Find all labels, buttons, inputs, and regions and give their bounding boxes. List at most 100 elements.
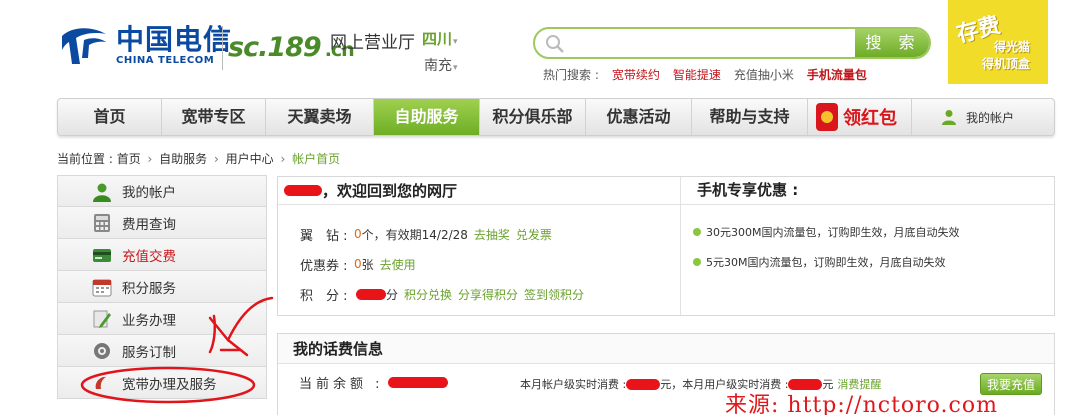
- sidebar-item-recharge[interactable]: 充值交费: [57, 239, 267, 271]
- logo-chinese-text: 中国电信: [116, 23, 233, 56]
- chevron-right-icon: ›: [280, 152, 286, 166]
- calculator-icon: [94, 214, 110, 232]
- province-selector[interactable]: 四川▾: [422, 28, 458, 49]
- coupon-count: 0: [354, 257, 362, 271]
- site-title: 网上营业厅: [330, 33, 415, 53]
- coupon-label: 优惠券 :: [300, 258, 348, 274]
- breadcrumb-prefix: 当前位置 :: [57, 152, 113, 166]
- user-icon: [942, 110, 956, 125]
- search-input[interactable]: [571, 32, 851, 54]
- balance-label: 当前余额 :: [299, 376, 384, 392]
- telecom-logo-icon: [62, 28, 106, 64]
- city-selector[interactable]: 南充▾: [424, 55, 458, 75]
- hot-link-data-pack[interactable]: 手机流量包: [807, 66, 867, 83]
- redacted-balance: [387, 376, 448, 388]
- nav-broadband[interactable]: 宽带专区: [162, 99, 266, 135]
- sidebar-item-label: 业务办理: [122, 312, 176, 329]
- nav-my-account[interactable]: 我的帐户: [912, 99, 1054, 135]
- city-label: 南充: [424, 58, 452, 74]
- coupon-row: 优惠券 : 0 张 去使用: [300, 249, 680, 279]
- share-points-link[interactable]: 分享得积分: [458, 286, 518, 303]
- welcome-panel: ，欢迎回到您的网厅 手机专享优惠 : 翼 钻 : 0 个，有效期14/2/28 …: [277, 176, 1055, 316]
- hot-link-speed-up[interactable]: 智能提速: [673, 66, 721, 83]
- nav-points-club[interactable]: 积分俱乐部: [480, 99, 586, 135]
- sidebar-item-label: 我的帐户: [122, 185, 176, 201]
- redeem-invoice-link[interactable]: 兑发票: [516, 226, 552, 243]
- breadcrumb-current: 帐户首页: [292, 152, 341, 166]
- sidebar-item-label: 宽带办理及服务: [122, 376, 217, 393]
- main-nav: 首页 宽带专区 天翼卖场 自助服务 积分俱乐部 优惠活动 帮助与支持 领红包 我…: [57, 98, 1055, 136]
- breadcrumb-self-service[interactable]: 自助服务: [159, 152, 207, 166]
- sidebar-item-business[interactable]: 业务办理: [57, 303, 267, 335]
- points-row: 积 分 : 分 积分兑换 分享得积分 签到领积分: [300, 279, 680, 309]
- hot-search-label: 热门搜索 :: [543, 68, 599, 82]
- use-coupon-link[interactable]: 去使用: [380, 256, 416, 273]
- promo-line-2: 得机顶盒: [982, 57, 1031, 71]
- pencil-icon: [93, 310, 111, 328]
- sidebar-item-subscription[interactable]: 服务订制: [57, 335, 267, 367]
- chevron-right-icon: ›: [147, 152, 153, 166]
- sidebar-item-broadband-service[interactable]: 宽带办理及服务: [57, 367, 267, 399]
- points-label: 积 分 :: [300, 288, 348, 304]
- wing-diamond-text: 个，有效期14/2/28: [361, 227, 468, 242]
- logo-divider: [222, 26, 223, 70]
- fee-info-title: 我的话费信息: [278, 334, 1054, 364]
- points-exchange-link[interactable]: 积分兑换: [404, 286, 452, 303]
- wing-diamond-label: 翼 钻 :: [300, 228, 348, 244]
- lottery-link[interactable]: 去抽奖: [474, 226, 510, 243]
- bullet-icon: [693, 258, 701, 266]
- chevron-right-icon: ›: [214, 152, 219, 166]
- account-realtime-label: 本月帐户级实时消费 :: [520, 378, 627, 391]
- nav-home[interactable]: 首页: [58, 99, 162, 135]
- breadcrumb: 当前位置 : 首页 › 自助服务 › 用户中心 › 帐户首页: [57, 150, 340, 167]
- redacted-points: [356, 288, 386, 300]
- sidebar: 我的帐户 费用查询 充值交费 积分服务 业务办理 服务订制 宽带办理及服务: [57, 175, 267, 399]
- search-box: 搜 索: [533, 27, 931, 59]
- account-spend-unit: 元，: [660, 378, 683, 391]
- sidebar-item-label: 积分服务: [122, 280, 176, 297]
- welcome-title: ，欢迎回到您的网厅: [278, 177, 681, 204]
- sidebar-item-points[interactable]: 积分服务: [57, 271, 267, 303]
- site-domain: sc.189: [228, 32, 322, 63]
- nav-promotions[interactable]: 优惠活动: [586, 99, 692, 135]
- red-envelope-icon: [816, 103, 838, 131]
- sidebar-item-my-account[interactable]: 我的帐户: [57, 175, 267, 207]
- welcome-greeting: ，欢迎回到您的网厅: [322, 181, 458, 200]
- redacted-username: [284, 185, 322, 196]
- sidebar-item-label: 费用查询: [122, 216, 176, 233]
- nav-self-service[interactable]: 自助服务: [374, 99, 480, 135]
- nav-red-envelope[interactable]: 领红包: [808, 99, 912, 135]
- user-icon: [93, 183, 111, 202]
- promo-line-1: 得光猫: [994, 40, 1031, 54]
- source-watermark: 来源: http://nctoro.com: [725, 393, 998, 415]
- broadband-icon: [95, 376, 106, 389]
- wing-diamond-count: 0: [354, 227, 362, 241]
- mobile-offer-item[interactable]: 5元30M国内流量包，订购即生效，月底自动失效: [693, 247, 959, 277]
- coupon-unit: 张: [361, 257, 374, 272]
- breadcrumb-user-center[interactable]: 用户中心: [226, 152, 274, 166]
- mobile-offer-text: 30元300M国内流量包，订购即生效，月底自动失效: [706, 226, 960, 239]
- caret-down-icon: ▾: [453, 37, 458, 47]
- hot-link-recharge-draw[interactable]: 充值抽小米: [734, 66, 794, 83]
- gear-icon: [94, 343, 110, 359]
- mobile-offers-title: 手机专享优惠 :: [697, 181, 799, 199]
- breadcrumb-home[interactable]: 首页: [117, 152, 141, 166]
- hot-search-bar: 热门搜索 : 宽带续约 智能提速 充值抽小米 手机流量包: [543, 66, 867, 83]
- credit-card-icon: [93, 249, 111, 262]
- logo-english-text: CHINA TELECOM: [116, 55, 215, 66]
- search-button[interactable]: 搜 索: [855, 29, 929, 57]
- hot-link-broadband-renew[interactable]: 宽带续约: [612, 66, 660, 83]
- nav-help-support[interactable]: 帮助与支持: [692, 99, 808, 135]
- province-label: 四川: [422, 30, 453, 48]
- sidebar-item-label: 服务订制: [122, 344, 176, 361]
- bullet-icon: [693, 228, 701, 236]
- china-telecom-logo[interactable]: 中国电信 CHINA TELECOM: [58, 22, 232, 70]
- my-account-label: 我的帐户: [966, 110, 1015, 125]
- sidebar-item-fee-query[interactable]: 费用查询: [57, 207, 267, 239]
- mobile-offer-item[interactable]: 30元300M国内流量包，订购即生效，月底自动失效: [693, 217, 959, 247]
- promo-banner[interactable]: 存费 得光猫 得机顶盒: [948, 0, 1048, 84]
- checkin-points-link[interactable]: 签到领积分: [524, 286, 584, 303]
- nav-store[interactable]: 天翼卖场: [266, 99, 374, 135]
- red-envelope-label: 领红包: [843, 108, 897, 129]
- sidebar-item-label: 充值交费: [122, 248, 176, 265]
